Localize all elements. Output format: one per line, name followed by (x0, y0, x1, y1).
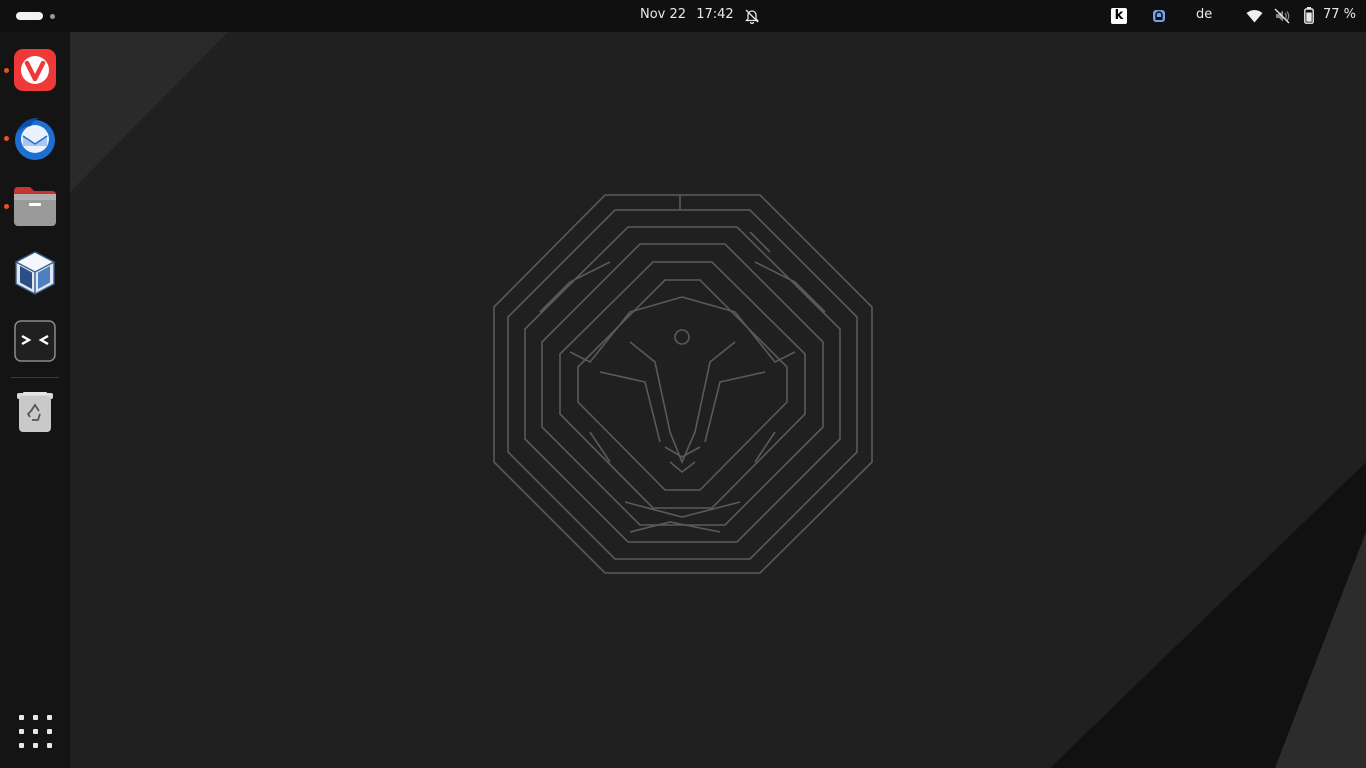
top-bar: Nov 22 17:42 k de 77 % (0, 0, 1366, 32)
keyboard-layout-indicator[interactable]: de (1196, 7, 1212, 22)
dock (0, 32, 70, 768)
time-label: 17:42 (696, 7, 734, 22)
battery-percentage: 77 % (1323, 7, 1357, 22)
workspace-active-pill (16, 12, 43, 20)
running-indicator (4, 68, 9, 73)
activities-indicator[interactable] (16, 12, 56, 21)
k-tray-icon[interactable]: k (1111, 8, 1127, 24)
show-apps-grid-icon[interactable] (19, 715, 52, 748)
dock-separator (11, 377, 59, 378)
desktop-wallpaper (70, 32, 1366, 768)
virtualbox-icon[interactable] (11, 249, 59, 297)
wifi-icon[interactable] (1246, 9, 1263, 23)
vivaldi-icon[interactable] (11, 46, 59, 94)
battery-icon[interactable] (1304, 7, 1314, 24)
date-label: Nov 22 (640, 7, 687, 22)
volume-muted-icon[interactable] (1274, 8, 1291, 24)
date-time-button[interactable]: Nov 22 17:42 (640, 7, 740, 22)
bell-off-icon (744, 9, 760, 24)
thunderbird-icon[interactable] (11, 114, 59, 162)
running-indicator (4, 204, 9, 209)
terminal-remote-icon[interactable] (11, 317, 59, 365)
workspace-dot (50, 14, 55, 19)
trash-icon[interactable] (11, 387, 59, 435)
files-icon[interactable] (11, 182, 59, 230)
running-indicator (4, 136, 9, 141)
vpn-lock-icon[interactable] (1151, 8, 1167, 24)
